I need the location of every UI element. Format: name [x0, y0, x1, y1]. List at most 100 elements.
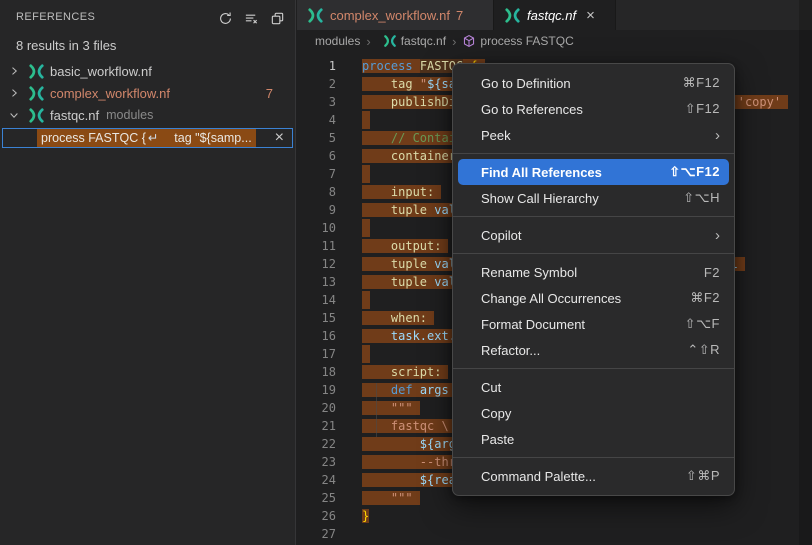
line-number: 5: [297, 129, 336, 147]
reference-result-item[interactable]: process FASTQC {↵ tag "${samp... ×: [2, 128, 293, 148]
line-number: 20: [297, 399, 336, 417]
menu-item-label: Cut: [481, 380, 501, 395]
line-number: 8: [297, 183, 336, 201]
menu-item-refactor[interactable]: Refactor... ⌃⇧R: [453, 337, 734, 363]
menu-item-find-all-references[interactable]: Find All References ⇧⌥F12: [458, 159, 729, 185]
dismiss-icon[interactable]: ×: [275, 130, 284, 146]
chevron-right-icon[interactable]: [6, 65, 22, 77]
panel-toolbar: [215, 8, 287, 28]
menu-separator: [453, 253, 734, 254]
panel-title: REFERENCES: [16, 11, 95, 23]
indent-guide: [376, 383, 377, 437]
code-line-text: [362, 345, 370, 363]
selection-highlight: }: [362, 509, 369, 523]
menu-item-shortcut: ⇧⌘P: [686, 468, 720, 484]
menu-separator: [453, 457, 734, 458]
menu-item-label: Copilot: [481, 228, 521, 243]
tab-label: complex_workflow.nf: [330, 8, 450, 23]
menu-item-command-palette[interactable]: Command Palette... ⇧⌘P: [453, 463, 734, 489]
menu-item-go-to-definition[interactable]: Go to Definition⌘F12: [453, 70, 734, 96]
menu-item-change-all-occurrences[interactable]: Change All Occurrences⌘F2: [453, 285, 734, 311]
code-line: 27: [297, 525, 812, 543]
line-number: 13: [297, 273, 336, 291]
menu-item-show-call-hierarchy[interactable]: Show Call Hierarchy⇧⌥H: [453, 185, 734, 211]
file-row-fastqc-nf[interactable]: fastqc.nfmodules: [0, 104, 295, 126]
tab-results-badge: 7: [456, 8, 463, 23]
selection-highlight: input:: [362, 185, 441, 199]
selection-highlight: [362, 345, 370, 363]
breadcrumb: modules › fastqc.nf › process FASTQC: [297, 30, 812, 52]
tab-fastqc[interactable]: fastqc.nf ×: [494, 0, 616, 30]
menu-item-copilot[interactable]: Copilot ›: [453, 222, 734, 248]
line-number: 10: [297, 219, 336, 237]
tab-complex-workflow[interactable]: complex_workflow.nf 7: [297, 0, 494, 30]
menu-item-cut[interactable]: Cut: [453, 374, 734, 400]
selection-highlight: """: [362, 491, 420, 505]
vscode-window: REFERENCES 8 results in 3 files basic_wo…: [0, 0, 812, 545]
menu-separator: [453, 153, 734, 154]
menu-item-shortcut: ⇧⌥F12: [669, 164, 720, 180]
menu-item-peek[interactable]: Peek›: [453, 122, 734, 148]
selection-highlight: [362, 165, 370, 183]
nextflow-file-icon: [383, 34, 397, 48]
scrollbar-gutter[interactable]: [799, 0, 812, 545]
refresh-icon[interactable]: [215, 8, 235, 28]
return-symbol-icon: ↵: [146, 131, 160, 145]
chevron-right-icon[interactable]: [6, 87, 22, 99]
line-number: 4: [297, 111, 336, 129]
chevron-down-icon[interactable]: [6, 109, 22, 121]
selection-highlight: when:: [362, 311, 434, 325]
breadcrumb-item-modules[interactable]: modules: [315, 34, 360, 48]
menu-item-label: Find All References: [481, 165, 602, 180]
code-line-text: }: [362, 507, 369, 525]
file-name: basic_workflow.nf: [50, 64, 152, 79]
close-tab-icon[interactable]: ×: [586, 7, 595, 24]
menu-item-rename-symbol[interactable]: Rename Symbol F2: [453, 259, 734, 285]
line-number: 19: [297, 381, 336, 399]
menu-item-label: Refactor...: [481, 343, 540, 358]
line-number: 22: [297, 435, 336, 453]
breadcrumb-item-symbol[interactable]: process FASTQC: [480, 34, 573, 48]
submenu-chevron-icon: ›: [715, 227, 720, 244]
line-number: 14: [297, 291, 336, 309]
menu-item-label: Rename Symbol: [481, 265, 577, 280]
line-number: 26: [297, 507, 336, 525]
file-row-basic_workflow-nf[interactable]: basic_workflow.nf: [0, 60, 295, 82]
line-number: 3: [297, 93, 336, 111]
line-number: 25: [297, 489, 336, 507]
line-number: 17: [297, 345, 336, 363]
menu-item-label: Format Document: [481, 317, 585, 332]
menu-item-label: Peek: [481, 128, 511, 143]
line-number: 18: [297, 363, 336, 381]
menu-separator: [453, 216, 734, 217]
selection-highlight: """: [362, 401, 420, 415]
selection-highlight: script:: [362, 365, 448, 379]
menu-item-go-to-references[interactable]: Go to References⇧F12: [453, 96, 734, 122]
nextflow-file-icon: [28, 63, 45, 80]
menu-item-shortcut: ⌘F12: [683, 75, 720, 91]
menu-item-format-document[interactable]: Format Document⇧⌥F: [453, 311, 734, 337]
clear-results-icon[interactable]: [241, 8, 261, 28]
line-number: 2: [297, 75, 336, 93]
menu-separator: [453, 368, 734, 369]
menu-item-label: Paste: [481, 432, 514, 447]
nextflow-file-icon: [28, 85, 45, 102]
menu-item-shortcut: ⌃⇧R: [687, 342, 720, 358]
match-preview: process FASTQC {↵ tag "${samp...: [37, 129, 256, 147]
collapse-all-icon[interactable]: [267, 8, 287, 28]
chevron-right-icon: ›: [452, 34, 456, 49]
chevron-right-icon: ›: [366, 34, 370, 49]
selection-highlight: output:: [362, 239, 448, 253]
menu-item-copy[interactable]: Copy: [453, 400, 734, 426]
menu-item-label: Command Palette...: [481, 469, 596, 484]
line-number: 6: [297, 147, 336, 165]
results-summary: 8 results in 3 files: [16, 38, 116, 53]
line-number: 9: [297, 201, 336, 219]
menu-item-shortcut: F2: [704, 265, 720, 280]
selection-highlight: [362, 111, 370, 129]
breadcrumb-item-file[interactable]: fastqc.nf: [401, 34, 446, 48]
menu-item-paste[interactable]: Paste: [453, 426, 734, 452]
references-panel: REFERENCES 8 results in 3 files basic_wo…: [0, 0, 296, 545]
code-line-text: [362, 165, 370, 183]
file-row-complex_workflow-nf[interactable]: complex_workflow.nf7: [0, 82, 295, 104]
